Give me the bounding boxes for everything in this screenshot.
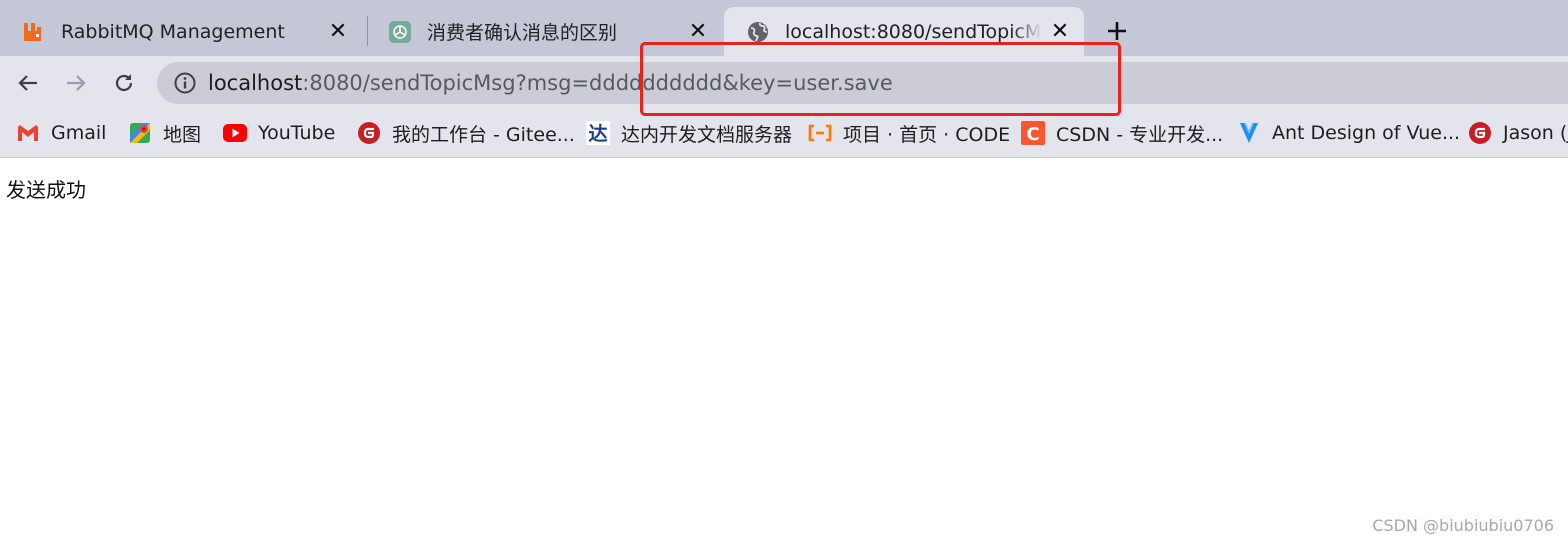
plus-icon xyxy=(1108,22,1126,40)
bookmarks-bar: Gmail 地图 YouTube 我的工作台 - Gitee... 达 达内开发… xyxy=(0,111,1568,158)
svg-text:达: 达 xyxy=(588,122,607,145)
tab-title: RabbitMQ Management xyxy=(61,20,285,43)
watermark: CSDN @biubiubiu0706 xyxy=(1372,516,1554,535)
antdv-icon xyxy=(1237,121,1261,145)
chatgpt-icon xyxy=(388,20,412,44)
bookmark-csdn[interactable]: C CSDN - 专业开发... xyxy=(1021,119,1223,147)
tab-title: localhost:8080/sendTopicMsg?msg=dddddddd… xyxy=(785,20,1042,43)
bookmark-label: Jason (J xyxy=(1503,122,1568,144)
maps-icon xyxy=(128,121,152,145)
bookmark-antdv[interactable]: Ant Design of Vue... xyxy=(1237,119,1460,147)
bookmark-label: YouTube xyxy=(258,122,336,144)
info-icon[interactable] xyxy=(173,71,197,95)
bookmark-label: 地图 xyxy=(163,123,202,146)
bookmark-tarena[interactable]: 达 达内开发文档服务器 xyxy=(586,119,792,147)
tarena-icon: 达 xyxy=(586,121,610,145)
arrow-right-icon xyxy=(67,75,86,91)
bookmark-label: 项目 · 首页 · CODE xyxy=(843,123,1011,146)
gitee-icon xyxy=(357,121,381,145)
bookmark-maps[interactable]: 地图 xyxy=(128,119,201,147)
tab-chatgpt[interactable]: 消费者确认消息的区别 ✕ xyxy=(366,7,722,56)
gitee-icon xyxy=(1468,121,1492,145)
url-text[interactable]: localhost:8080/sendTopicMsg?msg=dddddddd… xyxy=(208,70,893,96)
bookmark-code[interactable]: 项目 · 首页 · CODE xyxy=(808,119,1010,147)
bookmark-label: CSDN - 专业开发... xyxy=(1056,123,1224,146)
bookmark-label: Ant Design of Vue... xyxy=(1272,122,1461,144)
bookmark-jason[interactable]: Jason (J xyxy=(1468,119,1568,147)
tab-strip: RabbitMQ Management ✕ 消费者确认消息的区别 ✕ local… xyxy=(0,0,1568,56)
address-bar[interactable]: localhost:8080/sendTopicMsg?msg=dddddddd… xyxy=(157,62,1568,104)
youtube-icon xyxy=(223,121,247,145)
response-message: 发送成功 xyxy=(6,178,86,202)
url-host: localhost xyxy=(208,71,303,95)
svg-text:C: C xyxy=(1026,124,1039,145)
toolbar: localhost:8080/sendTopicMsg?msg=dddddddd… xyxy=(0,56,1568,111)
bookmark-gitee[interactable]: 我的工作台 - Gitee... xyxy=(357,119,575,147)
tab-title: 消费者确认消息的区别 xyxy=(427,22,618,44)
gmail-icon xyxy=(16,121,40,145)
tab-localhost-active[interactable]: localhost:8080/sendTopicMsg?msg=dddddddd… xyxy=(724,7,1084,56)
bookmark-gmail[interactable]: Gmail xyxy=(16,119,106,147)
rabbitmq-icon xyxy=(22,20,46,44)
back-button[interactable] xyxy=(13,68,43,98)
close-icon[interactable]: ✕ xyxy=(686,19,710,44)
bookmark-label: 达内开发文档服务器 xyxy=(621,123,793,146)
new-tab-button[interactable] xyxy=(1103,17,1131,45)
reload-button[interactable] xyxy=(109,68,139,98)
browser-window: RabbitMQ Management ✕ 消费者确认消息的区别 ✕ local… xyxy=(0,0,1568,541)
reload-icon xyxy=(115,74,133,92)
url-path: :8080/sendTopicMsg?msg=dddddddddd&key=us… xyxy=(302,71,893,95)
page-content: 发送成功 CSDN @biubiubiu0706 xyxy=(0,158,1568,541)
close-icon[interactable]: ✕ xyxy=(326,19,350,44)
globe-icon xyxy=(746,20,770,44)
bookmark-label: Gmail xyxy=(51,122,107,144)
arrow-left-icon xyxy=(18,75,37,91)
close-icon[interactable]: ✕ xyxy=(1048,19,1072,44)
bookmark-label: 我的工作台 - Gitee... xyxy=(392,123,575,146)
csdn-icon: C xyxy=(1021,121,1045,145)
bookmark-youtube[interactable]: YouTube xyxy=(223,119,335,147)
forward-button[interactable] xyxy=(61,68,91,98)
code-icon xyxy=(808,121,832,145)
tab-rabbitmq[interactable]: RabbitMQ Management ✕ xyxy=(0,7,362,56)
